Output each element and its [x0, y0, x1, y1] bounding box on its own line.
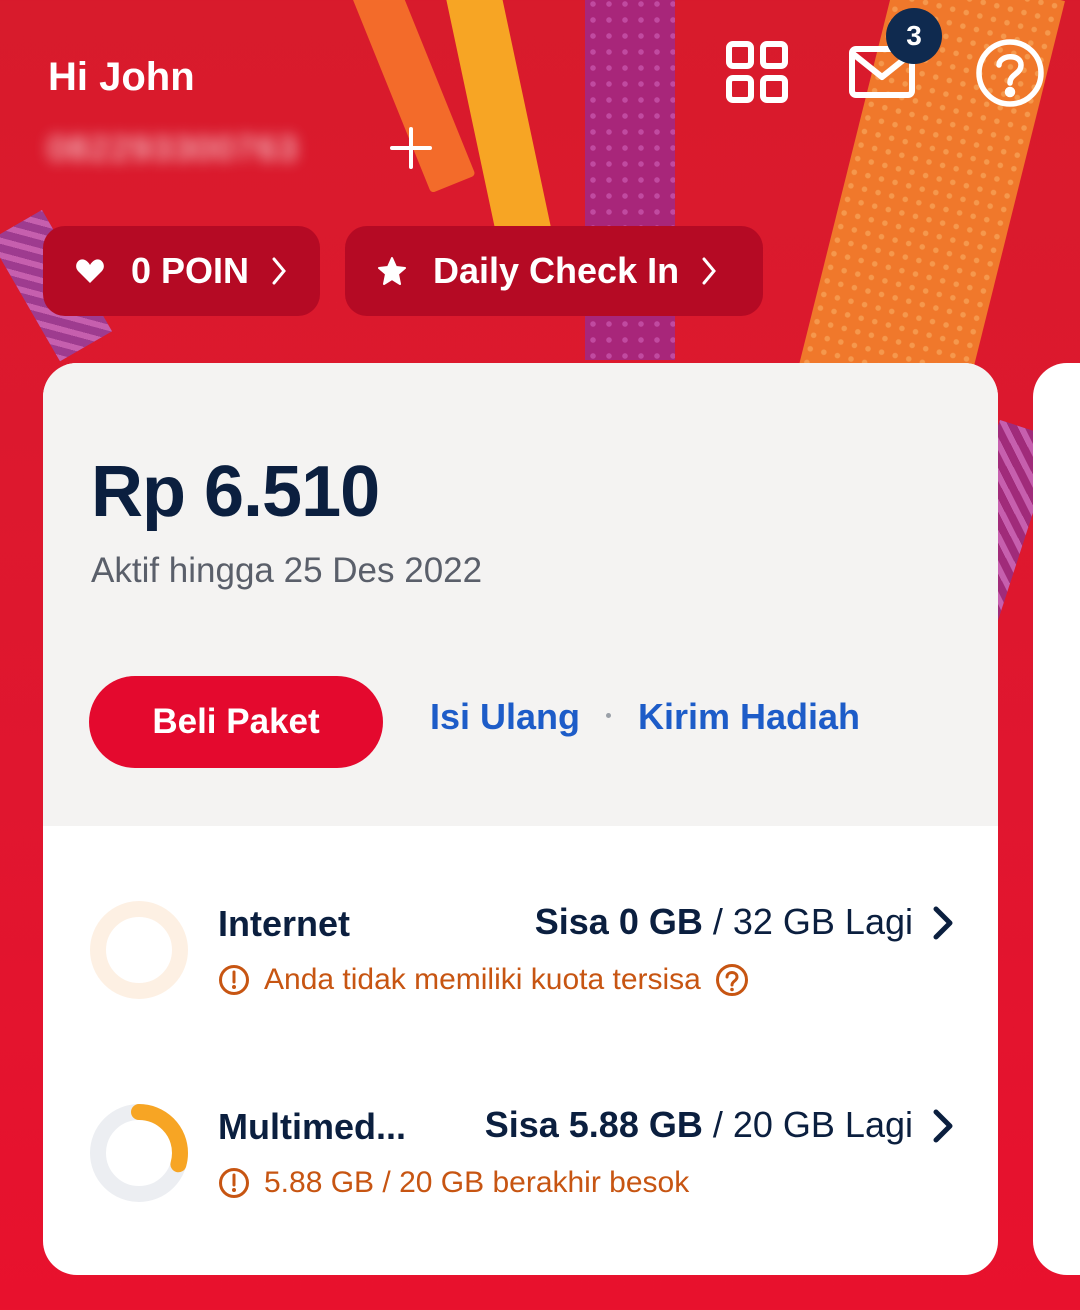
chevron-right-icon — [701, 256, 717, 286]
balance-amount: Rp 6.510 — [91, 452, 380, 532]
quota-separator: / — [702, 901, 733, 942]
link-separator-dot — [606, 713, 611, 718]
points-label: 0 POIN — [131, 250, 250, 291]
send-gift-link[interactable]: Kirim Hadiah — [638, 696, 860, 738]
quota-warning-text: Anda tidak memiliki kuota tersisa — [264, 963, 701, 996]
quota-ring — [90, 901, 188, 999]
quota-ring — [90, 1104, 188, 1202]
chevron-right-icon — [933, 1109, 953, 1143]
quota-name: Multimed... — [218, 1106, 406, 1147]
add-number-button[interactable] — [388, 125, 434, 171]
balance-card: Rp 6.510 Aktif hingga 25 Des 2022 Beli P… — [43, 363, 998, 1275]
quota-amount: Sisa 5.88 GB / 20 GB Lagi — [485, 1104, 913, 1146]
refill-link[interactable]: Isi Ulang — [430, 696, 580, 738]
quota-total: 20 GB Lagi — [732, 1104, 913, 1145]
checkin-label: Daily Check In — [433, 250, 680, 291]
quota-remaining: Sisa 5.88 GB — [484, 1104, 703, 1145]
chevron-right-icon — [271, 256, 287, 286]
quota-warning-text: 5.88 GB / 20 GB berakhir besok — [264, 1166, 690, 1199]
quota-warning: Anda tidak memiliki kuota tersisa — [218, 963, 749, 997]
phone-number: 082293300763 — [48, 130, 299, 168]
quota-separator: / — [702, 1104, 733, 1145]
quota-warning: 5.88 GB / 20 GB berakhir besok — [218, 1166, 689, 1200]
quota-row-multimedia[interactable]: Multimed... Sisa 5.88 GB / 20 GB Lagi 5.… — [43, 1098, 998, 1218]
points-chip[interactable]: 0 POIN — [43, 226, 320, 316]
quota-remaining: Sisa 0 GB — [534, 901, 703, 942]
quota-name: Internet — [218, 903, 351, 944]
balance-section: Rp 6.510 Aktif hingga 25 Des 2022 Beli P… — [43, 363, 998, 826]
active-until-text: Aktif hingga 25 Des 2022 — [91, 551, 483, 590]
chevron-right-icon — [933, 906, 953, 940]
heart-icon — [75, 257, 105, 285]
quota-total: 32 GB Lagi — [732, 901, 913, 942]
qr-code-button[interactable] — [725, 40, 789, 104]
quota-amount: Sisa 0 GB / 32 GB Lagi — [535, 901, 913, 943]
help-icon[interactable] — [715, 963, 749, 997]
quota-row-internet[interactable]: Internet Sisa 0 GB / 32 GB Lagi Anda tid… — [43, 895, 998, 1015]
star-icon — [377, 256, 407, 286]
qr-code-icon — [726, 41, 788, 103]
plus-icon — [390, 127, 432, 169]
help-button[interactable] — [975, 38, 1045, 108]
greeting-text: Hi John — [48, 55, 195, 99]
warning-icon — [219, 1168, 249, 1198]
daily-checkin-chip[interactable]: Daily Check In — [345, 226, 763, 316]
next-card-peek[interactable] — [1033, 363, 1080, 1275]
help-icon — [976, 39, 1044, 107]
inbox-count-badge: 3 — [886, 8, 942, 64]
warning-icon — [219, 965, 249, 995]
buy-package-button[interactable]: Beli Paket — [89, 676, 383, 768]
